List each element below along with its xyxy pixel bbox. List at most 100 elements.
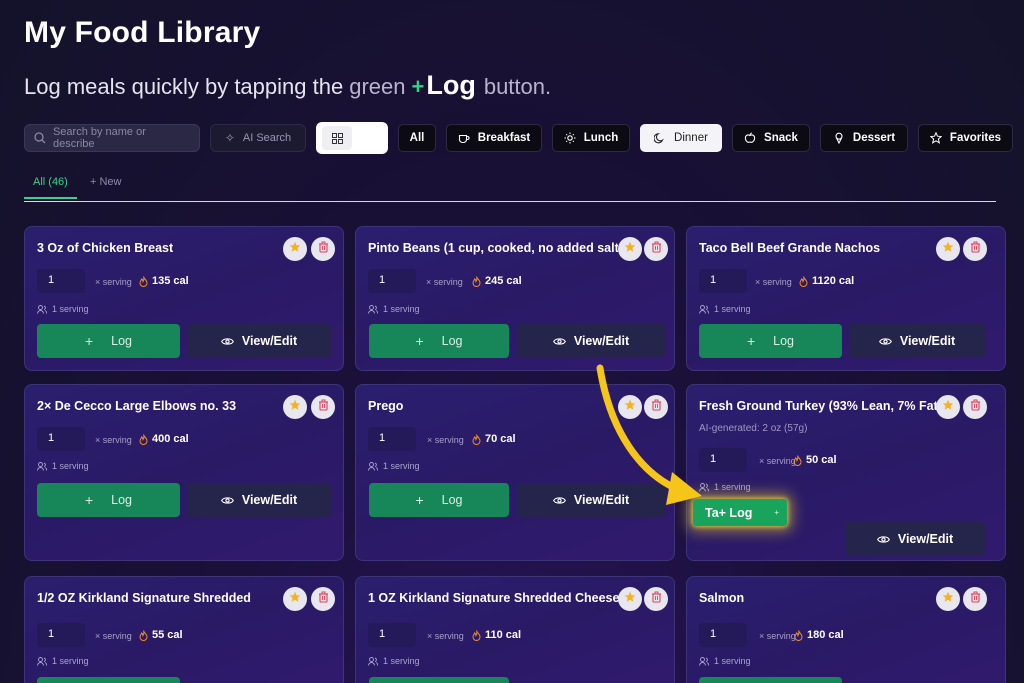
delete-button[interactable] [644,587,668,611]
filter-all-label: All [409,132,425,144]
view-edit-button[interactable]: View/Edit [517,324,665,358]
quantity-input[interactable]: 1 [37,269,85,293]
grid-view-button[interactable] [322,126,352,150]
plus-icon: + [415,333,424,349]
highlighted-log-button[interactable]: Ta+ Log + [693,499,787,526]
servings-label: 1 serving [714,482,751,492]
trash-icon [970,398,981,416]
quantity-input[interactable]: 1 [37,427,85,451]
calorie-value: 135 cal [152,275,189,287]
food-name: Taco Bell Beef Grande Nachos [699,241,881,255]
log-label: Log [441,493,463,507]
view-edit-button[interactable]: View/Edit [187,483,331,517]
delete-button[interactable] [311,237,335,261]
quantity-input[interactable]: 1 [699,269,747,293]
food-card-highlighted: Fresh Ground Turkey (93% Lean, 7% Fat) A… [686,384,1006,561]
favorite-button[interactable] [936,395,960,419]
food-card: 3 Oz of Chicken Breast 1 × serving 135 c… [24,226,344,371]
view-edit-label: View/Edit [241,493,298,507]
servings-label: 1 serving [383,304,420,314]
calories: 1120 cal [799,275,854,287]
favorite-button[interactable] [936,587,960,611]
log-button[interactable] [369,677,509,683]
log-button[interactable]: + Log [369,324,509,358]
delete-button[interactable] [963,237,987,261]
servings-info: 1 serving [699,482,751,492]
quantity-input[interactable]: 1 [368,427,416,451]
delete-button[interactable] [644,237,668,261]
calorie-value: 55 cal [152,629,183,641]
ai-search-button[interactable]: ✧ AI Search [210,124,306,152]
users-icon [699,482,709,492]
tab-all[interactable]: All (46) [24,172,77,199]
favorite-button[interactable] [618,395,642,419]
filter-dessert[interactable]: Dessert [820,124,908,152]
food-card: 1 OZ Kirkland Signature Shredded Cheese … [355,576,675,683]
view-toggle[interactable] [316,122,388,154]
log-label: Log [111,493,133,507]
servings-info: 1 serving [37,656,89,666]
delete-button[interactable] [644,395,668,419]
filter-dessert-label: Dessert [852,132,896,144]
quantity-input[interactable]: 1 [699,448,747,472]
favorite-button[interactable] [283,237,307,261]
filter-favorites[interactable]: Favorites [918,124,1013,152]
delete-button[interactable] [311,395,335,419]
filter-snack[interactable]: Snack [732,124,810,152]
filter-lunch[interactable]: Lunch [552,124,630,152]
filter-dinner[interactable]: Dinner [640,124,722,152]
quantity-input[interactable]: 1 [368,623,416,647]
star-icon [929,132,942,144]
food-name: Pinto Beans (1 cup, cooked, no added sal… [368,241,618,255]
delete-button[interactable] [963,395,987,419]
quantity-input[interactable]: 1 [368,269,416,293]
favorite-button[interactable] [618,237,642,261]
servings-info: 1 serving [699,304,751,314]
users-icon [699,656,709,666]
quantity-input[interactable]: 1 [37,623,85,647]
filter-breakfast[interactable]: Breakfast [446,124,542,152]
calorie-value: 400 cal [152,433,189,445]
log-button[interactable]: + Log [699,324,842,358]
view-edit-button[interactable]: View/Edit [187,324,331,358]
users-icon [699,304,709,314]
page-title: My Food Library [24,16,261,49]
log-button[interactable] [699,677,842,683]
delete-button[interactable] [311,587,335,611]
view-edit-button[interactable]: View/Edit [845,522,985,556]
trash-icon [651,398,662,416]
quantity-input[interactable]: 1 [699,623,747,647]
flame-icon [139,275,148,287]
tab-new[interactable]: + New [90,176,122,188]
favorite-button[interactable] [283,395,307,419]
trash-icon [318,398,329,416]
serving-unit: × serving [755,277,792,287]
trash-icon [318,240,329,258]
serving-unit: × serving [95,631,132,641]
log-button[interactable]: + Log [369,483,509,517]
subtitle-suffix: button. [483,74,552,99]
sparkle-icon: ✧ [224,131,235,145]
trash-icon [970,590,981,608]
view-edit-button[interactable]: View/Edit [517,483,665,517]
log-button[interactable]: + Log [37,324,180,358]
serving-unit: × serving [427,435,464,445]
log-button[interactable] [37,677,180,683]
log-label: Log [773,334,795,348]
serving-unit: × serving [95,277,132,287]
filter-all[interactable]: All [398,124,436,152]
servings-info: 1 serving [37,461,89,471]
log-button[interactable]: + Log [37,483,180,517]
favorite-button[interactable] [618,587,642,611]
search-input[interactable]: Search by name or describe [24,124,200,152]
calorie-value: 1120 cal [812,275,855,287]
delete-button[interactable] [963,587,987,611]
favorite-button[interactable] [936,237,960,261]
eye-icon [552,337,566,346]
favorite-button[interactable] [283,587,307,611]
view-edit-button[interactable]: View/Edit [849,324,985,358]
servings-label: 1 serving [52,461,89,471]
flame-icon [472,275,481,287]
flame-icon [793,454,802,466]
ice-cream-icon [833,132,845,144]
